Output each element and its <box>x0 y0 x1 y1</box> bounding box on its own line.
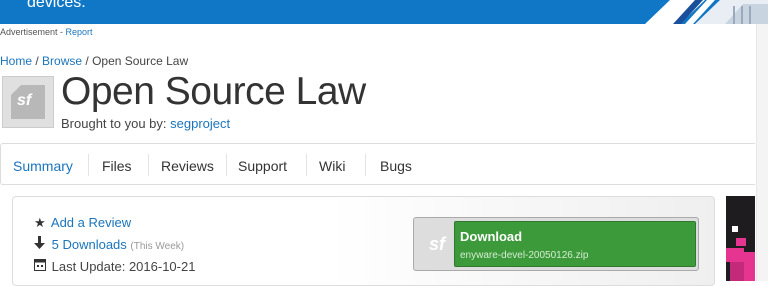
download-file-name: enyware-devel-20050126.zip <box>460 250 589 261</box>
downloads-period: (This Week) <box>130 241 185 252</box>
download-button-label: Download <box>460 229 523 244</box>
tab-divider <box>88 154 89 176</box>
last-update-text: Last Update: 2016-10-21 <box>51 259 196 274</box>
brought-prefix: Brought to you by: <box>61 116 167 131</box>
breadcrumb-browse[interactable]: Browse <box>42 54 82 68</box>
project-logo[interactable]: sf <box>2 76 54 128</box>
ad-banner-graphic <box>645 0 768 24</box>
add-review-link[interactable]: Add a Review <box>51 215 131 230</box>
download-logo-icon: sf <box>428 234 445 254</box>
tab-divider <box>306 154 307 176</box>
star-icon: ★ <box>34 215 46 230</box>
breadcrumb: Home / Browse / Open Source Law <box>0 54 188 68</box>
breadcrumb-home[interactable]: Home <box>0 54 32 68</box>
tab-bugs[interactable]: Bugs <box>380 158 412 174</box>
calendar-icon <box>34 258 48 274</box>
tab-divider <box>148 154 149 176</box>
tab-divider <box>226 154 227 176</box>
project-logo-text: sf <box>17 92 32 109</box>
ad-label: Advertisement <box>0 27 58 37</box>
add-review-row: ★ Add a Review <box>34 215 131 231</box>
downloads-row: 5 Downloads (This Week) <box>34 236 184 252</box>
advertisement-line: Advertisement - Report <box>0 27 93 37</box>
tab-summary[interactable]: Summary <box>13 158 73 174</box>
tab-files[interactable]: Files <box>102 158 132 174</box>
ad-banner-text: devices. <box>27 0 86 11</box>
advertisement-banner[interactable]: devices. <box>0 0 768 24</box>
brought-to-you-by: Brought to you by: segproject <box>61 116 230 131</box>
breadcrumb-separator: / <box>82 54 93 68</box>
download-widget: sf Download enyware-devel-20050126.zip <box>413 217 699 271</box>
report-link[interactable]: Report <box>66 27 93 37</box>
ad-separator: - <box>57 27 66 37</box>
author-link[interactable]: segproject <box>170 116 230 131</box>
tab-divider <box>365 154 366 176</box>
download-arrow-icon <box>34 236 48 252</box>
breadcrumb-separator: / <box>32 54 43 68</box>
download-button[interactable]: Download enyware-devel-20050126.zip <box>454 221 696 267</box>
tab-support[interactable]: Support <box>238 158 287 174</box>
page-title: Open Source Law <box>61 70 366 113</box>
downloads-link[interactable]: 5 Downloads <box>52 237 127 252</box>
breadcrumb-current: Open Source Law <box>92 54 189 68</box>
side-advertisement[interactable] <box>726 196 755 281</box>
last-update-row: Last Update: 2016-10-21 <box>34 258 195 274</box>
project-tabs: Summary Files Reviews Support Wiki Bugs <box>0 143 755 185</box>
tab-reviews[interactable]: Reviews <box>161 158 214 174</box>
side-ad-graphic <box>726 196 755 281</box>
right-edge-scroll-area <box>756 24 768 281</box>
tab-wiki[interactable]: Wiki <box>319 158 345 174</box>
